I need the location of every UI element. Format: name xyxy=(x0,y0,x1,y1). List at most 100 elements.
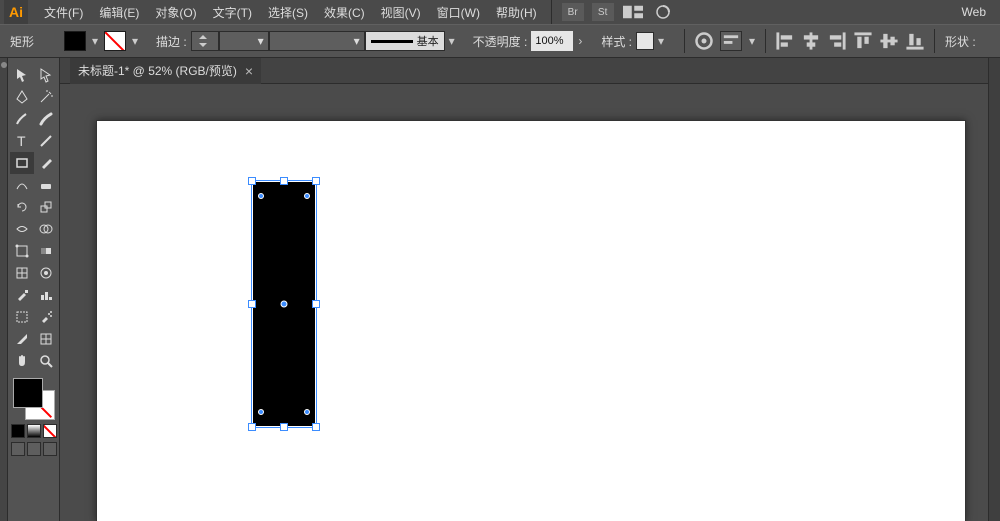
stroke-label: 描边 : xyxy=(152,33,191,50)
fill-swatch[interactable] xyxy=(64,31,86,51)
align-panel-icon[interactable] xyxy=(720,31,742,51)
drawn-rectangle[interactable] xyxy=(253,182,315,426)
context-label: 矩形 xyxy=(6,33,62,50)
gradient-tool[interactable] xyxy=(34,240,58,262)
screen-mode-row xyxy=(10,442,58,456)
arrange-docs-icon[interactable] xyxy=(622,3,644,21)
separator xyxy=(934,29,935,53)
align-vcenter-icon[interactable] xyxy=(879,31,899,51)
hand-tool[interactable] xyxy=(10,350,34,372)
opacity-popup[interactable]: › xyxy=(573,31,587,51)
menu-file[interactable]: 文件(F) xyxy=(36,0,91,24)
stroke-flyout[interactable]: ▾ xyxy=(128,31,142,51)
style-label: 样式 : xyxy=(597,33,636,50)
style-group: 样式 : ▾ xyxy=(597,31,668,51)
menu-type[interactable]: 文字(T) xyxy=(205,0,260,24)
right-panel-strip[interactable] xyxy=(988,58,1000,521)
curvature-tool[interactable] xyxy=(10,174,34,196)
bridge-icon[interactable]: Br xyxy=(562,3,584,21)
artboard-tool[interactable] xyxy=(10,306,34,328)
canvas-area: 未标题-1* @ 52% (RGB/预览) × xyxy=(60,58,988,521)
gpu-preview-icon[interactable] xyxy=(652,3,674,21)
paintbrush-tool[interactable] xyxy=(34,152,58,174)
canvas-viewport[interactable] xyxy=(60,84,988,521)
menu-object[interactable]: 对象(O) xyxy=(147,0,204,24)
workspace-switcher[interactable]: Web xyxy=(952,5,996,19)
document-tab[interactable]: 未标题-1* @ 52% (RGB/预览) × xyxy=(70,58,261,84)
rectangle-tool[interactable] xyxy=(10,152,34,174)
color-mode-color[interactable] xyxy=(11,424,25,438)
separator xyxy=(684,29,685,53)
rotate-tool[interactable] xyxy=(10,196,34,218)
opacity-label: 不透明度 : xyxy=(469,33,532,50)
slice-tool[interactable] xyxy=(10,328,34,350)
menu-select[interactable]: 选择(S) xyxy=(260,0,316,24)
svg-text:T: T xyxy=(17,133,26,149)
menu-help[interactable]: 帮助(H) xyxy=(488,0,545,24)
liquify-tool[interactable] xyxy=(34,262,58,284)
align-flyout[interactable]: ▾ xyxy=(745,31,759,51)
fill-flyout[interactable]: ▾ xyxy=(88,31,102,51)
symbol-sprayer-tool[interactable] xyxy=(34,306,58,328)
left-strip-handle-icon[interactable] xyxy=(1,62,7,68)
stroke-swatch[interactable] xyxy=(104,31,126,51)
draw-normal-icon[interactable] xyxy=(11,442,25,456)
close-icon[interactable]: × xyxy=(245,63,253,79)
mesh-tool[interactable] xyxy=(10,262,34,284)
brush-tool[interactable] xyxy=(10,108,34,130)
free-transform-tool[interactable] xyxy=(10,240,34,262)
align-bottom-icon[interactable] xyxy=(905,31,925,51)
app-logo: Ai xyxy=(4,0,28,24)
opacity-field[interactable]: 100% xyxy=(531,31,573,51)
magic-wand-tool[interactable] xyxy=(34,86,58,108)
type-tool[interactable]: T xyxy=(10,130,34,152)
align-hcenter-icon[interactable] xyxy=(801,31,821,51)
scale-tool[interactable] xyxy=(34,196,58,218)
style-flyout[interactable]: ▾ xyxy=(654,31,668,51)
eraser-tool[interactable] xyxy=(34,174,58,196)
toolbox: T xyxy=(8,58,60,521)
fill-group: ▾ ▾ xyxy=(62,31,142,51)
artboard[interactable] xyxy=(96,120,966,521)
stroke-weight-dropdown[interactable]: ▾ xyxy=(219,31,269,51)
zoom-tool[interactable] xyxy=(34,350,58,372)
width-tool[interactable] xyxy=(10,218,34,240)
shape-label: 形状 : xyxy=(941,33,980,50)
style-swatch[interactable] xyxy=(636,32,654,50)
align-right-icon[interactable] xyxy=(827,31,847,51)
stock-icon[interactable]: St xyxy=(592,3,614,21)
opacity-group: 不透明度 : 100% › xyxy=(469,31,588,51)
align-left-icon[interactable] xyxy=(775,31,795,51)
document-tab-title: 未标题-1* @ 52% (RGB/预览) xyxy=(78,62,237,79)
menu-window[interactable]: 窗口(W) xyxy=(429,0,488,24)
pen-tool[interactable] xyxy=(10,86,34,108)
recolor-artwork-icon[interactable] xyxy=(694,31,714,51)
draw-behind-icon[interactable] xyxy=(27,442,41,456)
control-bar: 矩形 ▾ ▾ 描边 : ▾ ▾ 基本 ▾ 不透明度 : 100% › 样式 : … xyxy=(0,24,1000,58)
line-segment-tool[interactable] xyxy=(34,130,58,152)
selection-tool[interactable] xyxy=(10,64,34,86)
document-tab-bar: 未标题-1* @ 52% (RGB/预览) × xyxy=(60,58,988,84)
stroke-group: 描边 : ▾ ▾ 基本 ▾ xyxy=(152,31,459,51)
column-graph-tool[interactable] xyxy=(34,284,58,306)
draw-inside-icon[interactable] xyxy=(43,442,57,456)
align-top-icon[interactable] xyxy=(853,31,873,51)
shape-builder-tool[interactable] xyxy=(34,218,58,240)
stroke-weight-stepper[interactable] xyxy=(191,31,219,51)
menu-edit[interactable]: 编辑(E) xyxy=(91,0,147,24)
menu-effect[interactable]: 效果(C) xyxy=(316,0,373,24)
stroke-profile-flyout[interactable]: ▾ xyxy=(445,31,459,51)
menu-view[interactable]: 视图(V) xyxy=(373,0,429,24)
proxy-fill-swatch[interactable] xyxy=(13,378,43,408)
slice-select-tool[interactable] xyxy=(34,328,58,350)
color-mode-none[interactable] xyxy=(43,424,57,438)
stroke-variable-width-dropdown[interactable]: ▾ xyxy=(269,31,365,51)
color-mode-gradient[interactable] xyxy=(27,424,41,438)
stroke-profile-dropdown[interactable]: 基本 xyxy=(365,31,445,51)
blob-brush-tool[interactable] xyxy=(34,108,58,130)
fill-stroke-proxy[interactable] xyxy=(13,378,55,420)
direct-selection-tool[interactable] xyxy=(34,64,58,86)
stroke-profile-label: 基本 xyxy=(417,33,439,49)
eyedropper-tool[interactable] xyxy=(10,284,34,306)
separator xyxy=(765,29,766,53)
